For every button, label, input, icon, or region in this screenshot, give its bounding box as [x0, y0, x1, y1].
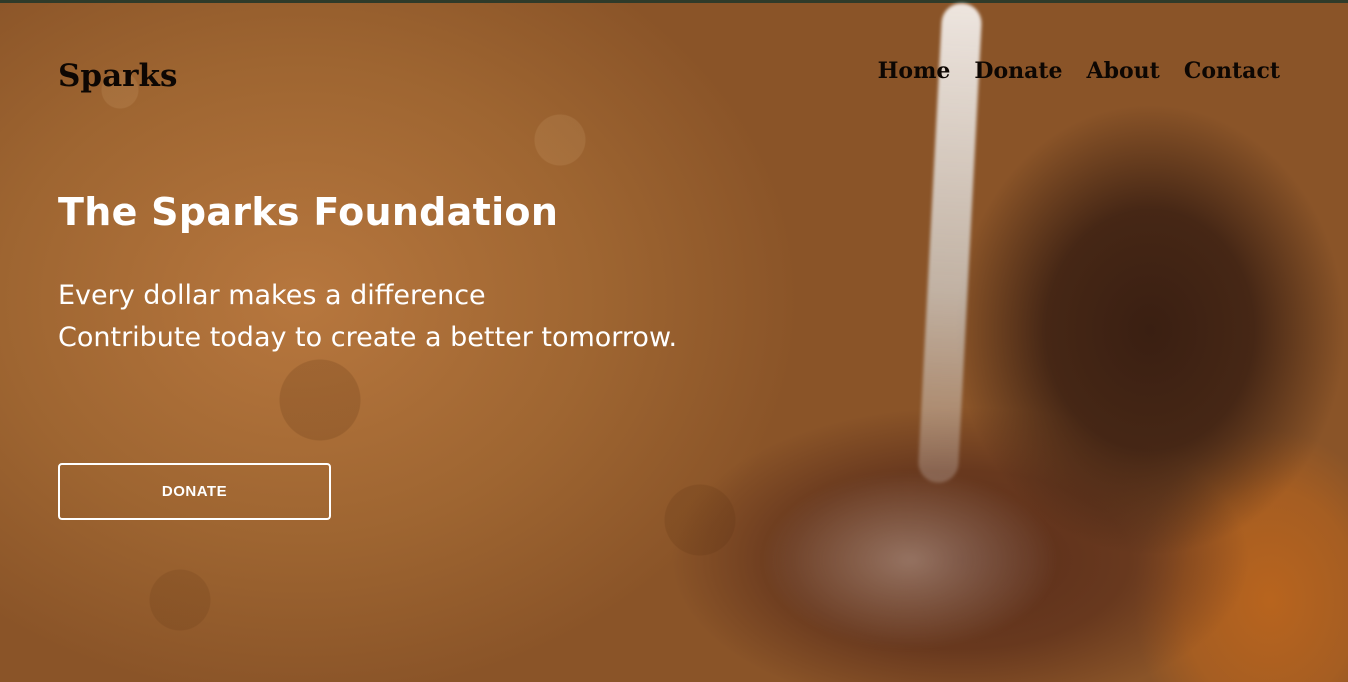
water-splash	[760, 470, 1060, 650]
tagline-line-2: Contribute today to create a better tomo…	[58, 322, 678, 353]
donate-button[interactable]: DONATE	[58, 463, 331, 520]
nav-home[interactable]: Home	[878, 58, 951, 84]
hero-section: Sparks Home Donate About Contact The Spa…	[0, 0, 1348, 682]
hero-tagline: Every dollar makes a difference Contribu…	[58, 275, 677, 359]
nav-contact[interactable]: Contact	[1184, 58, 1280, 84]
tagline-line-1: Every dollar makes a difference	[58, 280, 486, 311]
nav-donate[interactable]: Donate	[974, 58, 1062, 84]
main-nav: Home Donate About Contact	[878, 58, 1280, 84]
nav-about[interactable]: About	[1087, 58, 1160, 84]
hero-title: The Sparks Foundation	[58, 190, 559, 234]
site-logo[interactable]: Sparks	[58, 58, 177, 94]
